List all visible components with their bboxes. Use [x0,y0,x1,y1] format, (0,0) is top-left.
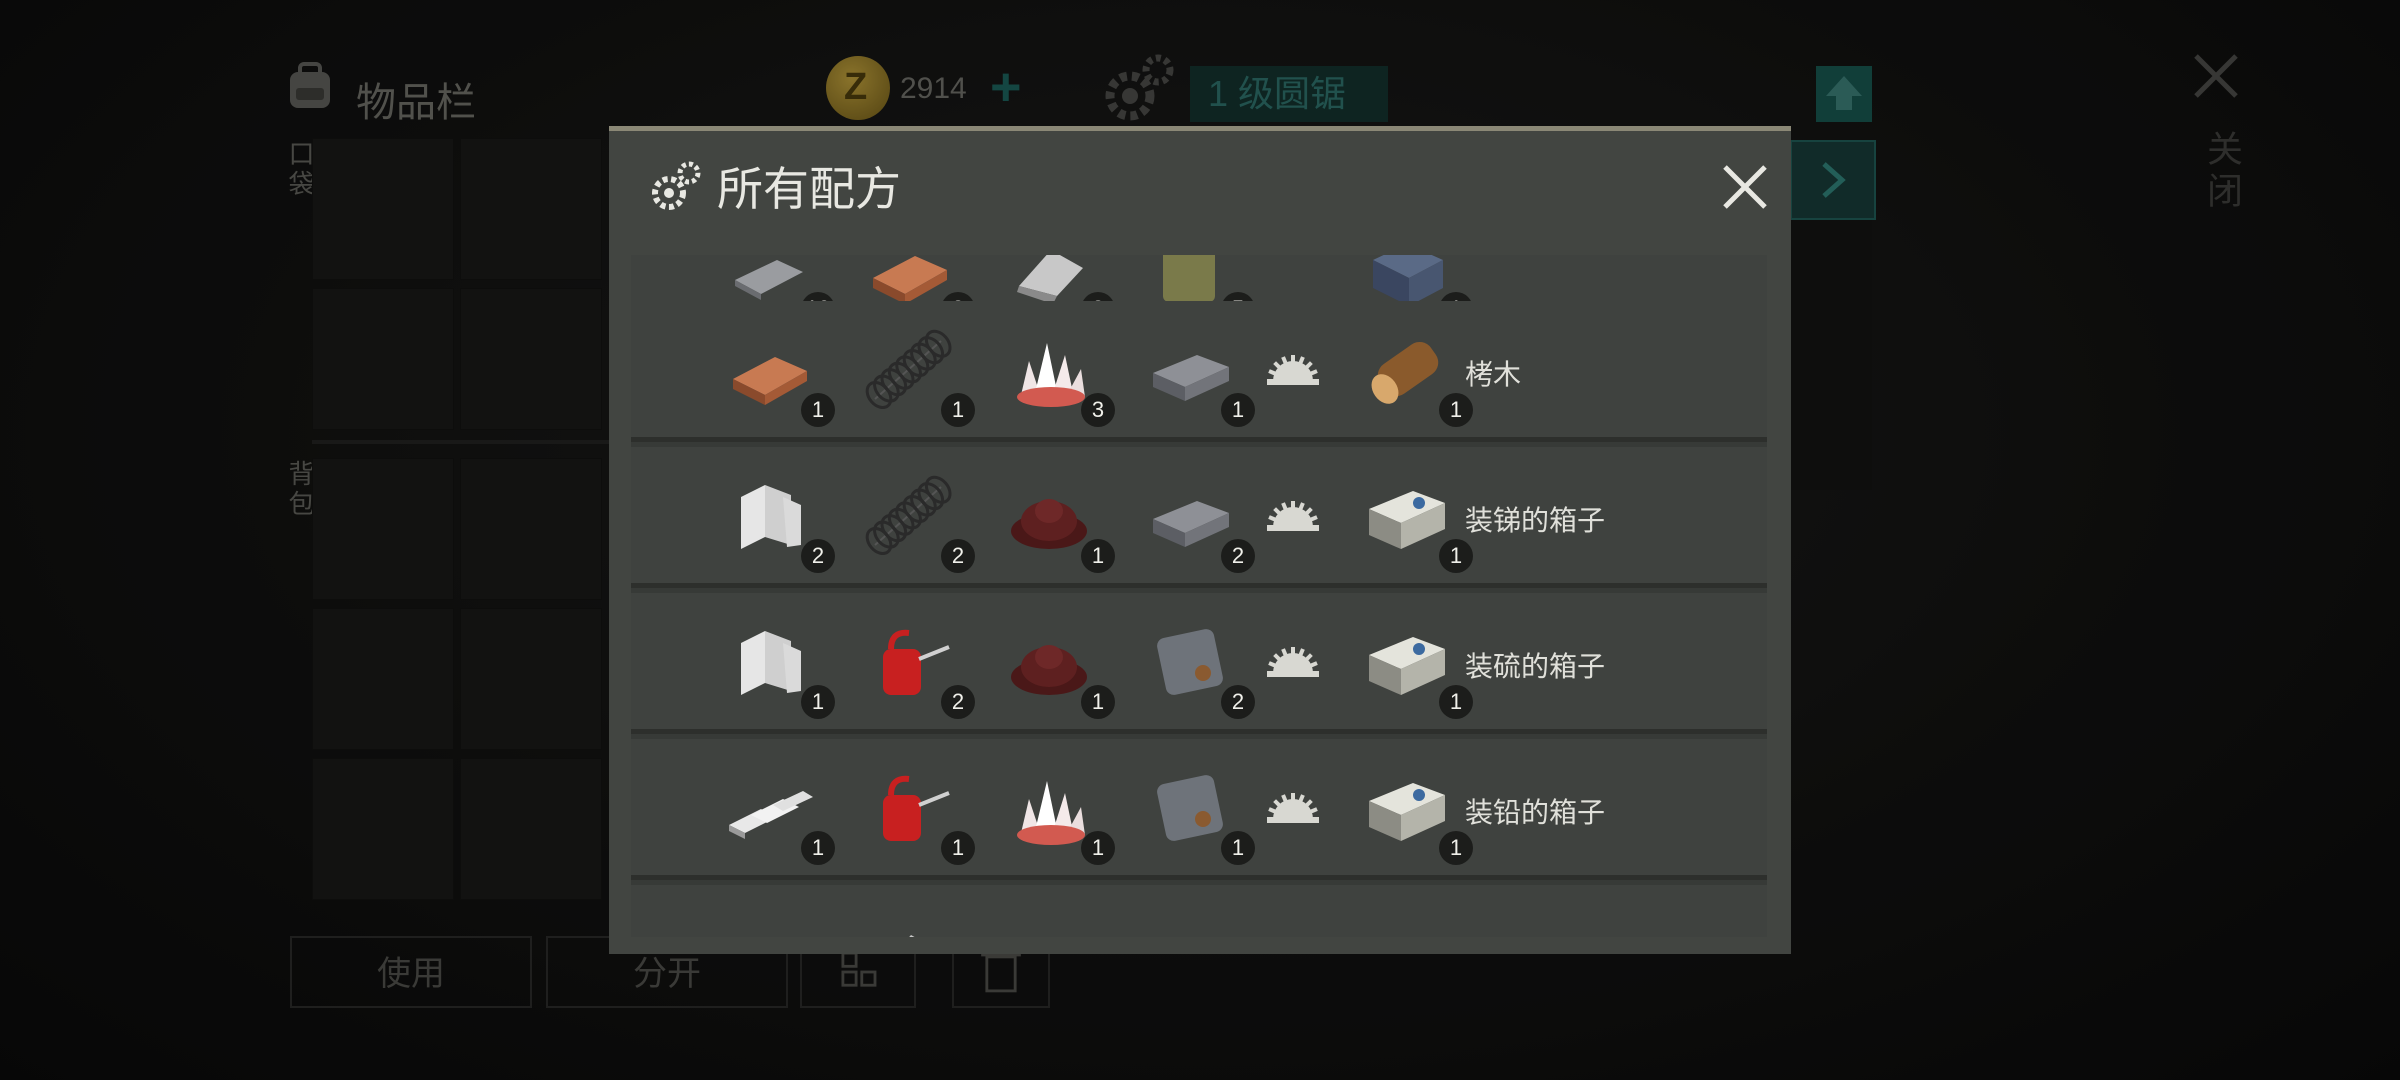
item-count-badge: 1 [1081,539,1115,573]
result-name: 装锑的箱子 [1465,505,1606,536]
result-item[interactable] [1359,905,1455,937]
item-count-badge: 1 [941,393,975,427]
item-count-badge: 1 [1439,685,1473,719]
item-count-badge: 1 [1221,831,1255,865]
item-count-badge: 3 [1081,393,1115,427]
result-item[interactable]: 1 [1359,613,1473,719]
ingredient-item[interactable]: 1 [1001,467,1115,573]
all-recipes-modal: 所有配方 10225111311栲木22121装锑的箱子12121装硫的箱子11… [609,126,1791,954]
recipe-row[interactable]: 1 1 3 1 1 栲木 [631,301,1767,442]
close-icon[interactable] [1717,159,1773,215]
ingredient-item[interactable]: 1 [1141,321,1255,427]
item-count-badge: 2 [1221,539,1255,573]
item-count-badge: 1 [801,831,835,865]
item-count-badge: 1 [1081,831,1115,865]
ingredient-item[interactable] [861,905,957,937]
saw-icon [1267,647,1319,677]
bolt-icon [721,905,817,937]
recipe-row[interactable]: 2 2 1 2 1 装锑的箱子 [631,447,1767,588]
ingredient-item[interactable]: 1 [861,321,975,427]
result-name: 栲木 [1465,359,1522,390]
recipe-row[interactable]: 1 1 1 1 1 装铅的箱子 [631,739,1767,880]
ingredient-item[interactable]: 2 [861,467,975,573]
item-count-badge: 1 [1439,393,1473,427]
result-item[interactable]: 1 [1359,467,1473,573]
recipe-row[interactable] [631,885,1767,937]
result-name: 装铅的箱子 [1465,797,1606,828]
item-count-badge: 1 [1221,393,1255,427]
ingredient-item[interactable]: 2 [721,467,835,573]
item-count-badge: 1 [801,685,835,719]
saw-icon [1267,793,1319,823]
item-count-badge: 1 [941,831,975,865]
ingredient-item[interactable]: 1 [1001,759,1115,865]
recipe-row[interactable]: 1 2 1 2 1 装硫的箱子 [631,593,1767,734]
ingredient-item[interactable] [1001,905,1097,937]
scrap-icon [909,935,915,937]
item-count-badge: 1 [1439,539,1473,573]
ingredient-item[interactable]: 2 [1141,467,1255,573]
modal-title: 所有配方 [717,163,901,215]
gears-icon [652,161,701,210]
modal-header: 所有配方 [609,131,1791,235]
item-count-badge: 2 [801,539,835,573]
item-count-badge: 1 [801,393,835,427]
item-count-badge: 2 [1221,685,1255,719]
result-item[interactable]: 1 [1359,321,1473,427]
ingredient-item[interactable]: 1 [1141,759,1255,865]
saw-icon [1267,355,1319,385]
saw-icon [1267,501,1319,531]
ingredient-item[interactable]: 1 [1001,613,1115,719]
ingredient-item[interactable]: 1 [721,759,835,865]
copper-ore-icon [1359,905,1455,937]
ingredient-item[interactable]: 2 [861,613,975,719]
ingredient-item[interactable]: 2 [1141,613,1255,719]
item-count-badge: 1 [1081,685,1115,719]
item-count-badge: 2 [941,539,975,573]
ingredient-item[interactable]: 1 [721,321,835,427]
ingredient-item[interactable]: 1 [861,759,975,865]
result-item[interactable]: 1 [1359,759,1473,865]
item-count-badge: 1 [1439,831,1473,865]
result-name: 装硫的箱子 [1465,651,1606,682]
ingredient-item[interactable]: 3 [1001,321,1115,427]
item-count-badge: 2 [941,685,975,719]
recipe-list[interactable]: 10225111311栲木22121装锑的箱子12121装硫的箱子11111装铅… [631,255,1767,937]
ingredient-item[interactable]: 1 [721,613,835,719]
ingredient-item[interactable] [721,905,817,937]
gear-part-icon [1001,905,1097,937]
